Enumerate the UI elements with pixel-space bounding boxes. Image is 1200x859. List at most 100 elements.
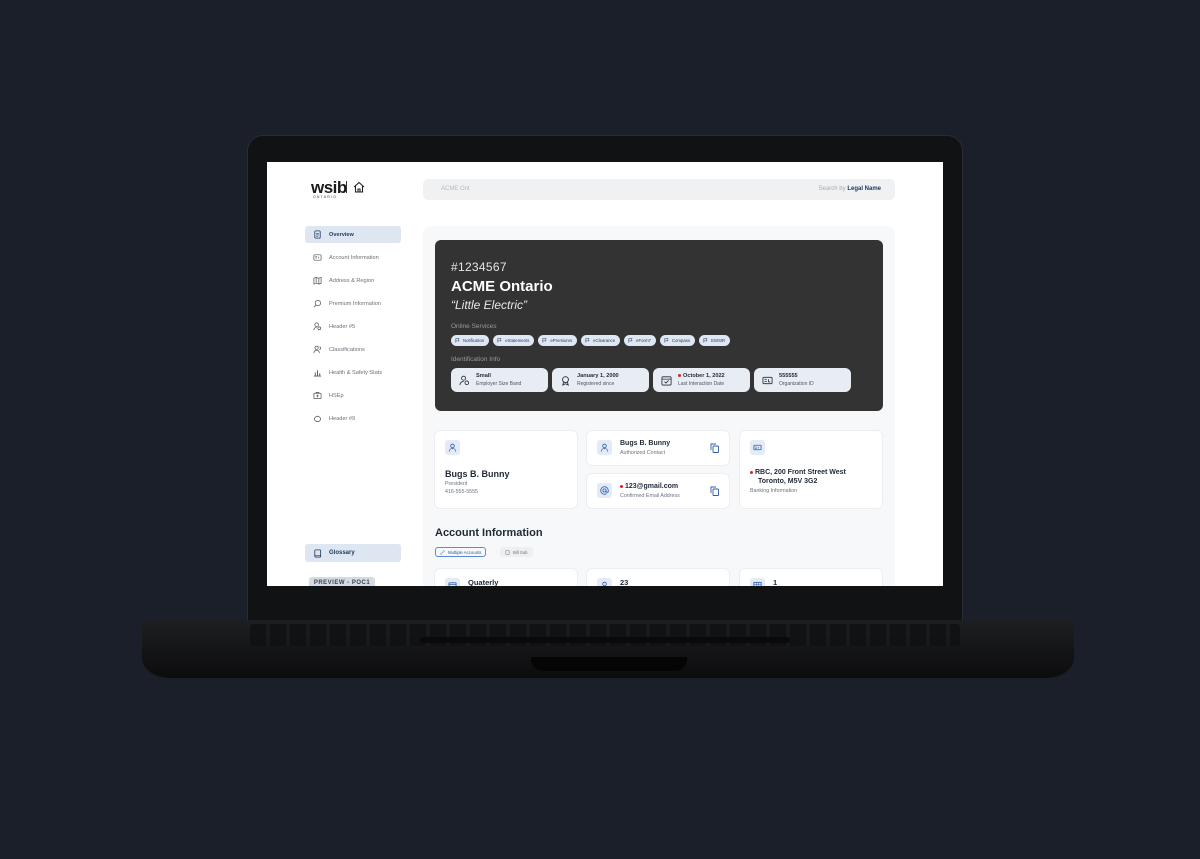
glossary-button[interactable]: Glossary [305,544,401,562]
service-chip-label: eClearance [593,338,616,343]
flag-icon [628,338,633,343]
service-chip[interactable]: eStatements [493,335,535,346]
search-dollar-icon [313,299,322,308]
account-hero-card: #1234567 ACME Ontario “Little Electric” … [435,240,883,411]
ident-value: 555555 [779,373,798,379]
ident-label: Employer Size Band [476,381,522,387]
piggy-bank-icon [313,415,322,423]
sidebar-item-label: Classifications [329,346,365,353]
sidebar: Overview Account Information Address & R… [305,226,401,433]
banking-line1: RBC, 200 Front Street West [755,469,846,476]
email-card: 123@gmail.com Confirmed Email Address [587,474,729,508]
multiple-accounts-badge[interactable]: Multiple Accounts [435,547,487,557]
sidebar-item-label: Premium Information [329,300,381,307]
authorized-contact-name: Bugs B. Bunny [620,440,671,447]
sidebar-item-label: Header #9 [329,415,356,422]
contact-card: Bugs B. Bunny President 416-555-5555 [435,431,577,508]
sidebar-item-label: Health & Safety Stats [329,369,383,376]
online-services-list: Notification eStatements ePremiums eClea… [451,335,731,346]
copy-icon[interactable] [710,486,719,496]
company-name: ACME Ontario [451,278,553,295]
service-chip[interactable]: Compass [659,335,696,346]
ident-value: Small [476,373,491,379]
ident-label: Last Interaction Date [678,381,725,387]
laptop-notch [531,657,687,671]
map-icon [313,276,322,285]
sidebar-item-label: Overview [329,231,354,238]
id-card-icon [762,376,773,384]
authorized-contact-card: Bugs B. Bunny Authorized Contact [587,431,729,465]
sidebar-item-address-region[interactable]: Address & Region [305,272,401,289]
service-chip-label: EWSIR [711,338,726,343]
logo-divider [346,181,347,193]
sidebar-item-classifications[interactable]: Classifications [305,341,401,358]
service-chip[interactable]: Notification [451,335,490,346]
user-icon [600,443,609,452]
calendar-icon [448,582,457,586]
flag-icon [664,338,669,343]
sidebar-item-account-information[interactable]: Account Information [305,249,401,266]
search-bar[interactable]: ACME Ont Search by Legal Name [423,179,895,200]
service-chip[interactable]: EWSIR [699,335,731,346]
award-icon [562,375,569,386]
multiple-accounts-label: Multiple Accounts [448,550,482,555]
sidebar-item-header-5[interactable]: Header #5 [305,318,401,335]
account-count-value: 23 [620,578,629,586]
user-icon-box [445,440,460,455]
calendar-check-icon [661,375,672,385]
service-chip-label: ePremiums [550,338,573,343]
service-chip[interactable]: ePremiums [538,335,578,346]
sidebar-item-overview[interactable]: Overview [305,226,401,243]
contact-phone[interactable]: 416-555-5555 [445,489,478,495]
bank-card-icon [753,444,762,451]
user-settings-icon [459,375,470,385]
sidebar-item-health-safety-stats[interactable]: Health & Safety Stats [305,364,401,381]
service-chip-label: eForm7 [636,338,651,343]
chart-icon [313,370,322,377]
flag-icon [703,338,708,343]
service-chip-label: Compass [671,338,691,343]
glossary-label: Glossary [329,550,355,556]
account-information-title: Account Information [435,527,543,539]
search-hint-prefix: Search by [818,186,846,192]
sidebar-item-header-9[interactable]: Header #9 [305,410,401,427]
laptop-hinge [420,637,790,643]
service-chip-label: Notification [463,338,485,343]
preview-badge: PREVIEW - POC1 [309,577,375,586]
at-icon [600,486,609,495]
identification-info-list: Small Employer Size Band January 1, 2000 R… [451,368,851,392]
id-card-icon [313,254,322,261]
billing-frequency-card: Quaterly [435,569,577,586]
calendar-icon-box [445,578,460,586]
sidebar-item-premium-information[interactable]: Premium Information [305,295,401,312]
search-hint-field[interactable]: Legal Name [847,186,881,192]
sidebar-item-hsep[interactable]: HSEp [305,387,401,404]
contact-role: President [445,481,468,487]
ident-value: January 1, 2000 [577,373,619,379]
at-icon-box [597,483,612,498]
service-chip[interactable]: eClearance [581,335,621,346]
email-value[interactable]: 123@gmail.com [625,483,678,490]
search-input[interactable]: ACME Ont [441,186,470,192]
sidebar-item-label: Header #5 [329,323,356,330]
service-chip[interactable]: eForm7 [624,335,656,346]
bill-sub-badge[interactable]: Bill Sub [500,547,533,557]
ident-value: October 1, 2022 [683,373,725,379]
ident-card-organization-id: 555555 Organization ID [754,368,851,392]
wsib-logo-sub: ONTARIO [313,195,338,199]
ident-card-registered: January 1, 2000 Registered since [552,368,649,392]
sidebar-item-label: Address & Region [329,277,375,284]
user-icon-box [597,440,612,455]
bill-sub-label: Bill Sub [513,550,528,555]
home-icon[interactable] [352,180,366,194]
screen: wsib ONTARIO ACME Ont Search by Legal Na… [267,162,943,586]
flag-icon [585,338,590,343]
alert-dot [750,470,753,474]
company-alias: “Little Electric” [451,298,528,312]
copy-icon[interactable] [710,443,719,453]
ident-label: Registered since [577,381,615,387]
flag-icon [542,338,548,343]
contact-name: Bugs B. Bunny [445,469,510,479]
banking-card: RBC, 200 Front Street West Toronto, M5V … [740,431,882,508]
banking-label: Banking Information [750,488,798,494]
